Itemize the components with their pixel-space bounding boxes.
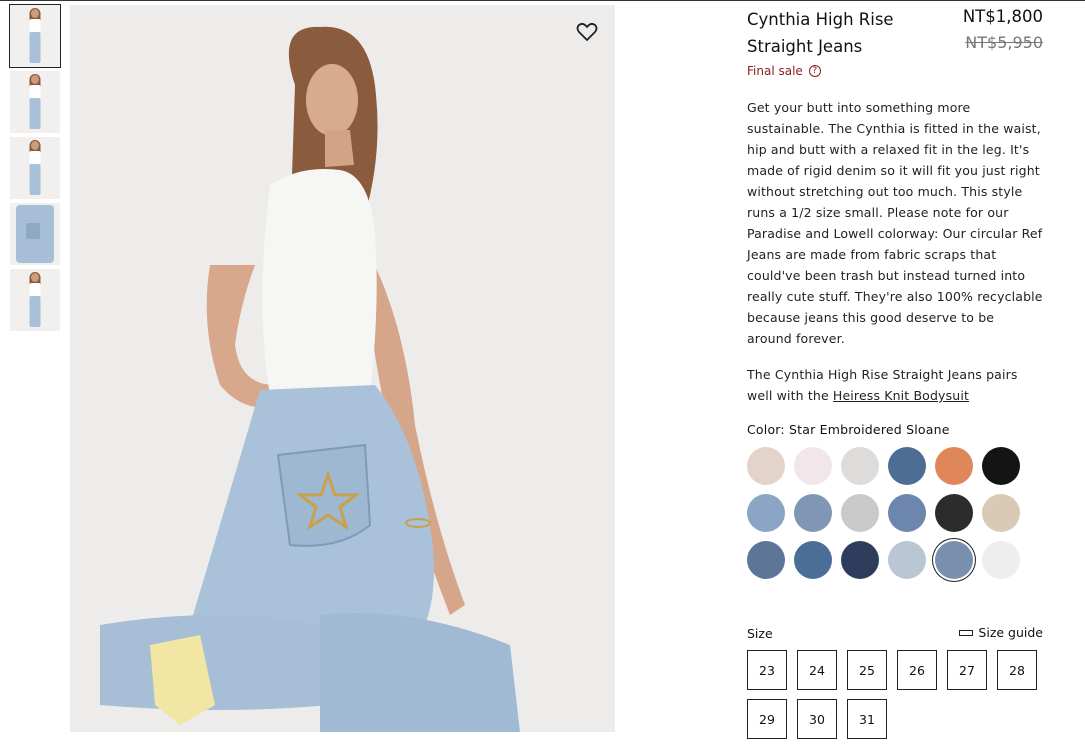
color-swatch-star-embroidered-pink[interactable]	[794, 447, 832, 485]
thumbnail-2[interactable]	[10, 71, 60, 133]
size-option-30[interactable]: 30	[797, 699, 837, 739]
color-swatch-blue-print[interactable]	[794, 494, 832, 532]
color-swatch-black[interactable]	[982, 447, 1020, 485]
top-divider	[0, 0, 1085, 1]
size-label: Size	[747, 626, 773, 641]
color-swatch-star-embroidered-sloane[interactable]	[935, 541, 973, 579]
size-option-23[interactable]: 23	[747, 650, 787, 690]
color-swatch-indigo[interactable]	[841, 541, 879, 579]
thumbnail-5[interactable]	[10, 269, 60, 331]
size-option-26[interactable]: 26	[897, 650, 937, 690]
original-price: NT$5,950	[965, 33, 1043, 52]
color-swatch-heart-embroidered[interactable]	[888, 494, 926, 532]
product-title: Cynthia High Rise Straight Jeans	[747, 10, 894, 56]
thumbnail-gallery	[9, 4, 61, 335]
color-label: Color: Star Embroidered Sloane	[747, 422, 950, 437]
final-sale-label: Final sale	[747, 64, 803, 78]
size-option-29[interactable]: 29	[747, 699, 787, 739]
color-swatch-bw-print[interactable]	[841, 494, 879, 532]
size-guide-label: Size guide	[978, 625, 1043, 640]
ruler-icon	[959, 629, 974, 636]
color-swatch-tan[interactable]	[982, 494, 1020, 532]
heart-icon[interactable]	[575, 20, 599, 44]
thumbnail-3[interactable]	[10, 137, 60, 199]
size-option-24[interactable]: 24	[797, 650, 837, 690]
main-product-image	[70, 5, 615, 732]
final-sale-notice: Final sale ?	[747, 64, 821, 78]
product-description: Get your butt into something more sustai…	[747, 100, 1043, 346]
help-icon[interactable]: ?	[808, 65, 821, 77]
model-photo	[100, 26, 520, 732]
color-swatch-washed-black[interactable]	[935, 494, 973, 532]
color-swatch-light-blue[interactable]	[747, 494, 785, 532]
pairs-with-text: The Cynthia High Rise Straight Jeans pai…	[747, 364, 1043, 406]
sale-price: NT$1,800	[962, 7, 1043, 26]
color-swatch-mid-wash[interactable]	[747, 541, 785, 579]
thumbnail-4[interactable]	[10, 203, 60, 265]
size-guide-button[interactable]: Size guide	[959, 625, 1043, 640]
color-swatch-beige-denim[interactable]	[747, 447, 785, 485]
color-swatch-floral-orange[interactable]	[935, 447, 973, 485]
size-option-27[interactable]: 27	[947, 650, 987, 690]
color-swatch-white[interactable]	[982, 541, 1020, 579]
size-option-31[interactable]: 31	[847, 699, 887, 739]
color-swatch-dark-wash[interactable]	[888, 447, 926, 485]
size-option-25[interactable]: 25	[847, 650, 887, 690]
color-swatch-medium-blue[interactable]	[794, 541, 832, 579]
heiress-knit-bodysuit-link[interactable]: Heiress Knit Bodysuit	[833, 388, 969, 403]
color-swatch-light-grey[interactable]	[841, 447, 879, 485]
size-option-28[interactable]: 28	[997, 650, 1037, 690]
color-swatch-pale-blue[interactable]	[888, 541, 926, 579]
thumbnail-1[interactable]	[9, 4, 61, 68]
